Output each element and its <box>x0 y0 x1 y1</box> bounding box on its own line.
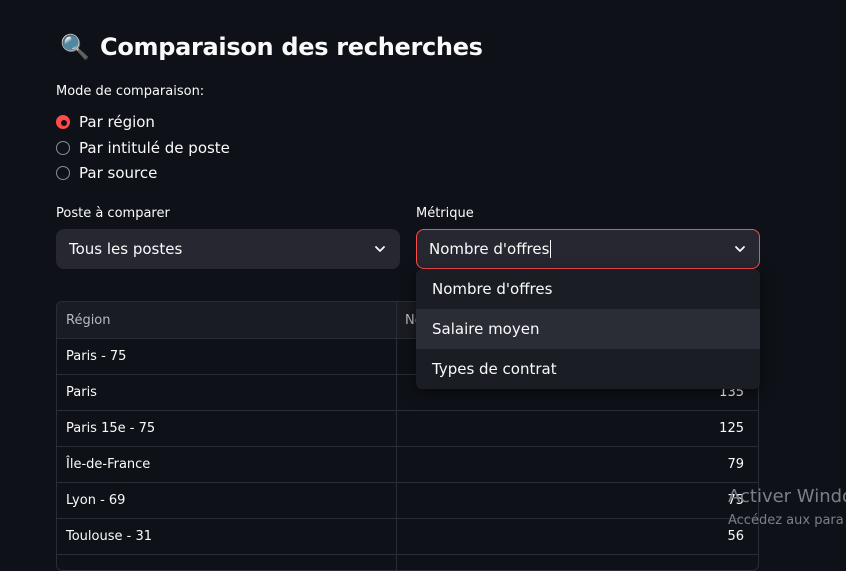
cell-region: Lyon - 69 <box>57 483 397 518</box>
cell-value: 75 <box>727 493 744 508</box>
table-row[interactable]: Toulouse - 31 56 <box>57 519 758 555</box>
activation-watermark-title: Activer Windo <box>728 486 846 507</box>
chevron-down-icon[interactable] <box>733 242 747 256</box>
radio-checked-icon[interactable] <box>56 115 70 129</box>
page-title-text: Comparaison des recherches <box>100 33 483 61</box>
radio-unchecked-icon[interactable] <box>56 141 70 155</box>
cell-value: 56 <box>727 529 744 544</box>
table-row[interactable]: Île-de-France 79 <box>57 447 758 483</box>
cell-value <box>397 555 758 570</box>
radio-label: Par source <box>79 164 158 182</box>
cell-region: Île-de-France <box>57 447 397 482</box>
radio-unchecked-icon[interactable] <box>56 166 70 180</box>
header-region[interactable]: Région <box>57 302 397 338</box>
metrique-select-value[interactable]: Nombre d'offres <box>429 240 733 259</box>
radio-par-source[interactable]: Par source <box>56 162 157 184</box>
poste-label: Poste à comparer <box>56 206 170 221</box>
radio-par-region[interactable]: Par région <box>56 111 155 133</box>
option-types-contrat[interactable]: Types de contrat <box>416 349 760 389</box>
cell-value: 125 <box>719 421 744 436</box>
table-row[interactable]: Lyon - 69 75 <box>57 483 758 519</box>
cell-region: Toulouse - 31 <box>57 519 397 554</box>
cell-region: Paris - 75 <box>57 339 397 374</box>
activation-watermark-subtitle: Accédez aux para <box>728 513 844 528</box>
cell-region: Paris <box>57 375 397 410</box>
cell-value: 79 <box>727 457 744 472</box>
metrique-dropdown-menu: Nombre d'offres Salaire moyen Types de c… <box>416 269 760 389</box>
radio-par-intitule[interactable]: Par intitulé de poste <box>56 137 230 159</box>
mode-label: Mode de comparaison: <box>56 84 205 99</box>
option-salaire-moyen[interactable]: Salaire moyen <box>416 309 760 349</box>
radio-label: Par intitulé de poste <box>79 139 230 157</box>
cell-region <box>57 555 397 570</box>
metrique-select[interactable]: Nombre d'offres <box>416 229 760 269</box>
magnifier-icon: 🔍 <box>60 33 90 61</box>
option-nombre-offres[interactable]: Nombre d'offres <box>416 269 760 309</box>
cell-region: Paris 15e - 75 <box>57 411 397 446</box>
table-row[interactable] <box>57 555 758 570</box>
chevron-down-icon[interactable] <box>373 242 387 256</box>
table-row[interactable]: Paris 15e - 75 125 <box>57 411 758 447</box>
text-cursor <box>550 240 552 259</box>
page-title: 🔍 Comparaison des recherches <box>60 30 483 64</box>
radio-label: Par région <box>79 113 155 131</box>
poste-select-value: Tous les postes <box>69 240 183 258</box>
poste-select[interactable]: Tous les postes <box>56 229 400 269</box>
metrique-label: Métrique <box>416 206 474 221</box>
